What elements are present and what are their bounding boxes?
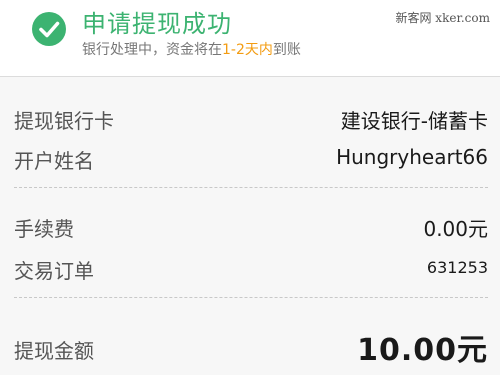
check-circle-icon xyxy=(32,12,66,46)
watermark: 新客网 xker.com xyxy=(395,11,490,25)
order-label: 交易订单 xyxy=(14,259,94,283)
account-name-row: 开户姓名 Hungryheart66 xyxy=(14,143,488,173)
order-value: 631253 xyxy=(426,258,488,277)
status-subtitle: 银行处理中，资金将在1-2天内到账 xyxy=(82,39,301,59)
bank-card-value: 建设银行-储蓄卡 xyxy=(340,109,488,133)
withdrawal-details: 提现银行卡 建设银行-储蓄卡 开户姓名 Hungryheart66 手续费 0.… xyxy=(0,77,500,375)
account-name-value: Hungryheart66 xyxy=(336,145,488,169)
fee-label: 手续费 xyxy=(14,217,74,241)
order-row: 交易订单 631253 xyxy=(14,253,488,283)
page-title: 申请提现成功 xyxy=(82,10,232,38)
status-header: 申请提现成功 银行处理中，资金将在1-2天内到账 新客网 xker.com xyxy=(0,0,500,76)
arrival-time-highlight: 1-2天内 xyxy=(222,42,273,58)
fee-value: 0.00元 xyxy=(423,217,488,241)
bank-card-label: 提现银行卡 xyxy=(14,109,114,133)
amount-row: 提现金额 10.00元 xyxy=(14,333,488,368)
section-divider xyxy=(14,297,488,298)
amount-value: 10.00元 xyxy=(357,333,488,368)
account-name-label: 开户姓名 xyxy=(14,149,94,173)
amount-label: 提现金额 xyxy=(14,339,94,363)
subtitle-suffix: 到账 xyxy=(272,42,301,58)
bank-card-row: 提现银行卡 建设银行-储蓄卡 xyxy=(14,103,488,133)
subtitle-prefix: 银行处理中，资金将在 xyxy=(82,42,222,58)
section-divider xyxy=(14,187,488,188)
fee-row: 手续费 0.00元 xyxy=(14,211,488,241)
